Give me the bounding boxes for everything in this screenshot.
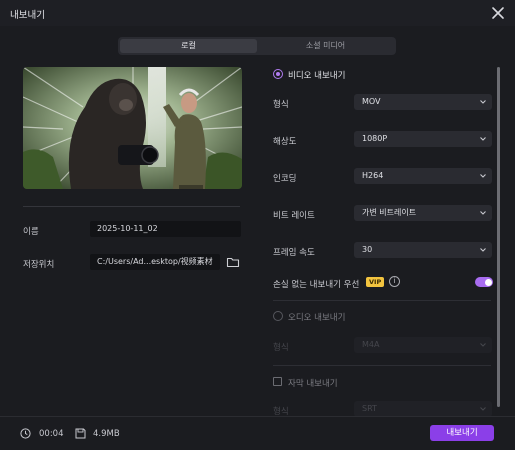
chevron-down-icon [480,174,486,178]
lossless-export-label: 손실 없는 내보내기 우선 [273,280,360,290]
name-label: 이름 [23,227,39,237]
file-name-input[interactable]: 2025-10-11_02 [90,221,241,237]
bitrate-select[interactable]: 가변 비트레이트 [354,205,492,221]
chevron-down-icon [480,100,486,104]
framerate-value: 30 [362,245,373,254]
export-button[interactable]: 내보내기 [430,425,494,441]
duration-text: 00:04 [39,429,64,439]
save-location-field[interactable]: C:/Users/Ad...esktop/视频素材 [90,254,220,270]
bitrate-label: 비트 레이트 [273,211,315,221]
subtitle-format-select[interactable]: SRT [354,401,492,417]
info-icon[interactable]: i [389,276,400,287]
save-location-label: 저장위치 [23,260,55,270]
framerate-select[interactable]: 30 [354,242,492,258]
subtitle-export-checkbox[interactable] [273,377,282,386]
subtitle-export-label: 자막 내보내기 [288,379,338,389]
divider [273,365,491,366]
framerate-label: 프레임 속도 [273,248,315,258]
preview-image [23,67,242,189]
chevron-down-icon [480,407,486,411]
chevron-down-icon [480,248,486,252]
audio-format-value: M4A [362,340,380,349]
file-size-text: 4.9MB [93,429,120,439]
clock-icon [20,428,31,439]
bitrate-value: 가변 비트레이트 [362,208,417,217]
export-target-tabs: 로컬 소셜 미디어 [118,37,396,55]
audio-format-label: 형식 [273,343,289,353]
resolution-label: 해상도 [273,137,297,147]
window-title: 내보내기 [10,10,45,21]
chevron-down-icon [480,343,486,347]
chevron-down-icon [480,211,486,215]
lossless-export-toggle[interactable] [475,277,493,287]
divider [23,206,240,207]
audio-export-label: 오디오 내보내기 [288,313,346,323]
vip-badge: VIP [366,277,385,287]
tab-social-media[interactable]: 소셜 미디어 [257,39,394,53]
audio-format-select[interactable]: M4A [354,337,492,353]
format-label: 형식 [273,100,289,110]
encoder-label: 인코딩 [273,174,297,184]
resolution-select[interactable]: 1080P [354,131,492,147]
format-select[interactable]: MOV [354,94,492,110]
encoder-select[interactable]: H264 [354,168,492,184]
subtitle-format-value: SRT [362,404,377,413]
divider [273,300,491,301]
tab-local[interactable]: 로컬 [120,39,257,53]
close-icon[interactable] [489,4,507,22]
video-export-radio[interactable] [273,69,283,79]
format-value: MOV [362,97,381,106]
folder-icon[interactable] [226,255,240,269]
title-bar: 내보내기 [0,0,515,26]
resolution-value: 1080P [362,134,388,143]
audio-export-radio[interactable] [273,311,283,321]
chevron-down-icon [480,137,486,141]
video-export-label: 비디오 내보내기 [288,71,346,81]
video-preview-thumbnail [23,67,242,189]
save-icon [75,428,86,439]
scrollbar-thumb[interactable] [497,67,500,407]
encoder-value: H264 [362,171,384,180]
